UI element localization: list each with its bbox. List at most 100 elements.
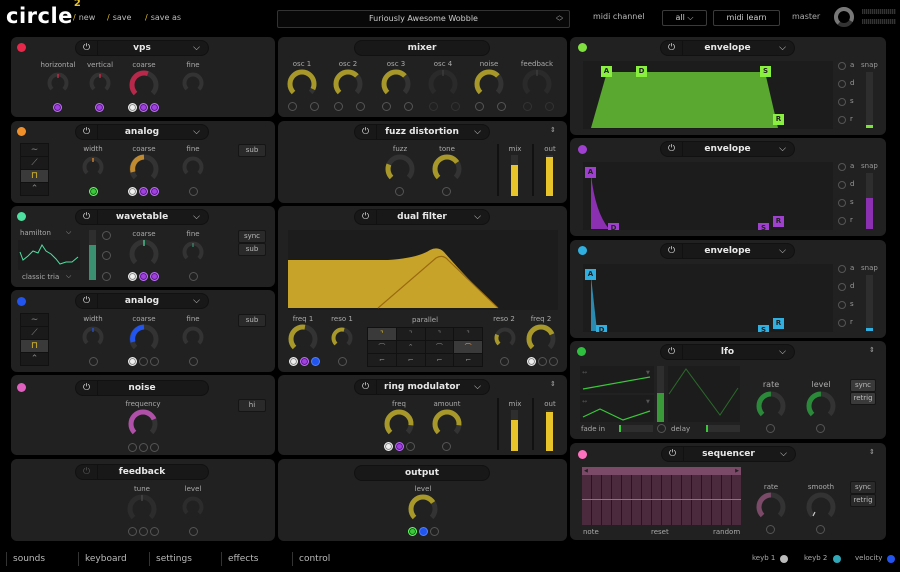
freq-knob[interactable]	[383, 408, 415, 440]
power-icon[interactable]: ⏻	[661, 41, 683, 55]
new-button[interactable]: / new	[73, 13, 95, 22]
env-radio-r[interactable]	[838, 217, 846, 225]
mod-slot[interactable]	[128, 443, 137, 452]
note-button[interactable]: note	[583, 528, 599, 536]
mod-slot[interactable]	[384, 442, 393, 451]
mod-slot[interactable]	[128, 527, 137, 536]
fx1-type-selector[interactable]: ⏻ fuzz distortion ⌵	[354, 124, 490, 140]
mod-slot[interactable]	[451, 102, 460, 111]
sequencer-grid[interactable]	[582, 475, 741, 525]
osc3-color-dot[interactable]	[17, 212, 26, 221]
hi-button[interactable]: hi	[238, 399, 266, 412]
mixer-osc4-knob[interactable]	[427, 68, 459, 100]
mod-slot[interactable]	[289, 357, 298, 366]
mod-slot[interactable]	[766, 525, 775, 534]
mod-slot[interactable]	[139, 357, 148, 366]
mod-slot[interactable]	[310, 102, 319, 111]
mod-slot[interactable]	[288, 102, 297, 111]
coarse-knob[interactable]	[128, 323, 160, 355]
coarse-knob[interactable]	[128, 153, 160, 185]
reorder-icon[interactable]: ⇕	[869, 448, 875, 456]
chevron-down-icon[interactable]: ⌵	[66, 272, 71, 281]
bandpass-button[interactable]: ⌃	[396, 341, 425, 353]
mod-slot[interactable]	[150, 443, 159, 452]
nav-keyboard[interactable]: keyboard	[78, 552, 127, 566]
level-knob[interactable]	[181, 495, 205, 519]
output-level-knob[interactable]	[407, 493, 439, 525]
mixer-feedback-knob[interactable]	[521, 68, 553, 100]
seq-type-selector[interactable]: ⏻ sequencer ⌵	[661, 446, 796, 462]
chevron-down-icon[interactable]: ⌵	[66, 228, 71, 237]
env2-type-selector[interactable]: ⏻ envelope ⌵	[660, 141, 795, 157]
square-wave-button[interactable]: ⊓	[20, 169, 49, 183]
osc3-type-selector[interactable]: ⏻ wavetable ⌵	[75, 209, 209, 225]
reorder-icon[interactable]: ⇕	[550, 126, 556, 134]
mixer-osc1-knob[interactable]	[286, 68, 318, 100]
mod-slot[interactable]	[334, 102, 343, 111]
mod-slot[interactable]	[128, 272, 137, 281]
vertical-knob[interactable]	[88, 71, 112, 95]
mod-slot[interactable]	[139, 443, 148, 452]
fx2-type-selector[interactable]: ⏻ ring modulator ⌵	[354, 379, 490, 395]
mod-slot[interactable]	[395, 187, 404, 196]
save-as-button[interactable]: / save as	[145, 13, 181, 22]
mod-slot[interactable]	[89, 357, 98, 366]
highpass-button[interactable]: ⌐	[368, 354, 396, 366]
left-arrow-icon[interactable]: ◀	[584, 467, 588, 475]
env-point-a[interactable]: A	[601, 66, 612, 77]
tune-knob[interactable]	[126, 493, 158, 525]
env-radio-d[interactable]	[838, 181, 846, 189]
mod-slot[interactable]	[189, 272, 198, 281]
lfo-rate-knob[interactable]	[755, 390, 787, 422]
power-icon[interactable]: ⏻	[76, 125, 98, 139]
bandpass-button[interactable]: ⌒	[425, 341, 454, 353]
osc4-type-selector[interactable]: ⏻ analog ⌵	[75, 293, 209, 309]
mod-slot[interactable]	[475, 102, 484, 111]
env2-color-dot[interactable]	[578, 145, 587, 154]
mod-slot[interactable]	[300, 357, 309, 366]
sub-button[interactable]: sub	[238, 144, 266, 157]
mod-slot[interactable]	[404, 102, 413, 111]
env-point-s[interactable]: S	[760, 66, 771, 77]
noise-color-dot[interactable]	[17, 383, 26, 392]
mod-slot[interactable]	[442, 442, 451, 451]
snap-slider[interactable]	[866, 275, 873, 331]
mix-slider[interactable]	[511, 155, 518, 196]
mod-slot[interactable]	[150, 272, 159, 281]
save-button[interactable]: / save	[107, 13, 131, 22]
power-icon[interactable]: ⏻	[355, 125, 377, 139]
master-knob[interactable]	[833, 6, 855, 28]
filter-type-selector[interactable]: ⏻ dual filter ⌵	[354, 209, 490, 225]
sub-button[interactable]: sub	[238, 314, 266, 327]
triangle-wave-button[interactable]: ⌃	[20, 352, 49, 366]
nav-sounds[interactable]: sounds	[6, 552, 45, 566]
power-icon[interactable]: ⏻	[355, 380, 377, 394]
seq-color-dot[interactable]	[578, 450, 587, 459]
power-icon[interactable]: ⏻	[76, 41, 98, 55]
snap-slider[interactable]	[866, 173, 873, 229]
seq-sync-button[interactable]: sync	[850, 481, 876, 494]
width-knob[interactable]	[81, 325, 105, 349]
env3-type-selector[interactable]: ⏻ envelope ⌵	[660, 243, 795, 259]
tone-knob[interactable]	[431, 153, 463, 185]
mod-slot[interactable]	[189, 527, 198, 536]
preset-arrows-icon[interactable]: ︿ ﹀	[556, 12, 563, 26]
mixer-noise-knob[interactable]	[473, 68, 505, 100]
mod-slot[interactable]	[497, 102, 506, 111]
power-icon[interactable]: ⏻	[76, 381, 98, 395]
out-slider[interactable]	[546, 155, 553, 196]
bandpass-button[interactable]: ⌒	[454, 341, 482, 353]
fine-knob[interactable]	[181, 71, 205, 95]
mod-slot[interactable]	[766, 424, 775, 433]
env-radio-d[interactable]	[838, 283, 846, 291]
out-slider[interactable]	[546, 410, 553, 451]
mod-slot[interactable]	[430, 527, 439, 536]
highpass-button[interactable]: ⌐	[425, 354, 454, 366]
mod-slot[interactable]	[356, 102, 365, 111]
seq-smooth-knob[interactable]	[805, 491, 837, 523]
reorder-icon[interactable]: ⇕	[550, 380, 556, 388]
fade-in-slider[interactable]	[619, 425, 653, 432]
mod-slot[interactable]	[816, 525, 825, 534]
env-point-a[interactable]: A	[585, 269, 596, 280]
mod-slot[interactable]	[139, 103, 148, 112]
